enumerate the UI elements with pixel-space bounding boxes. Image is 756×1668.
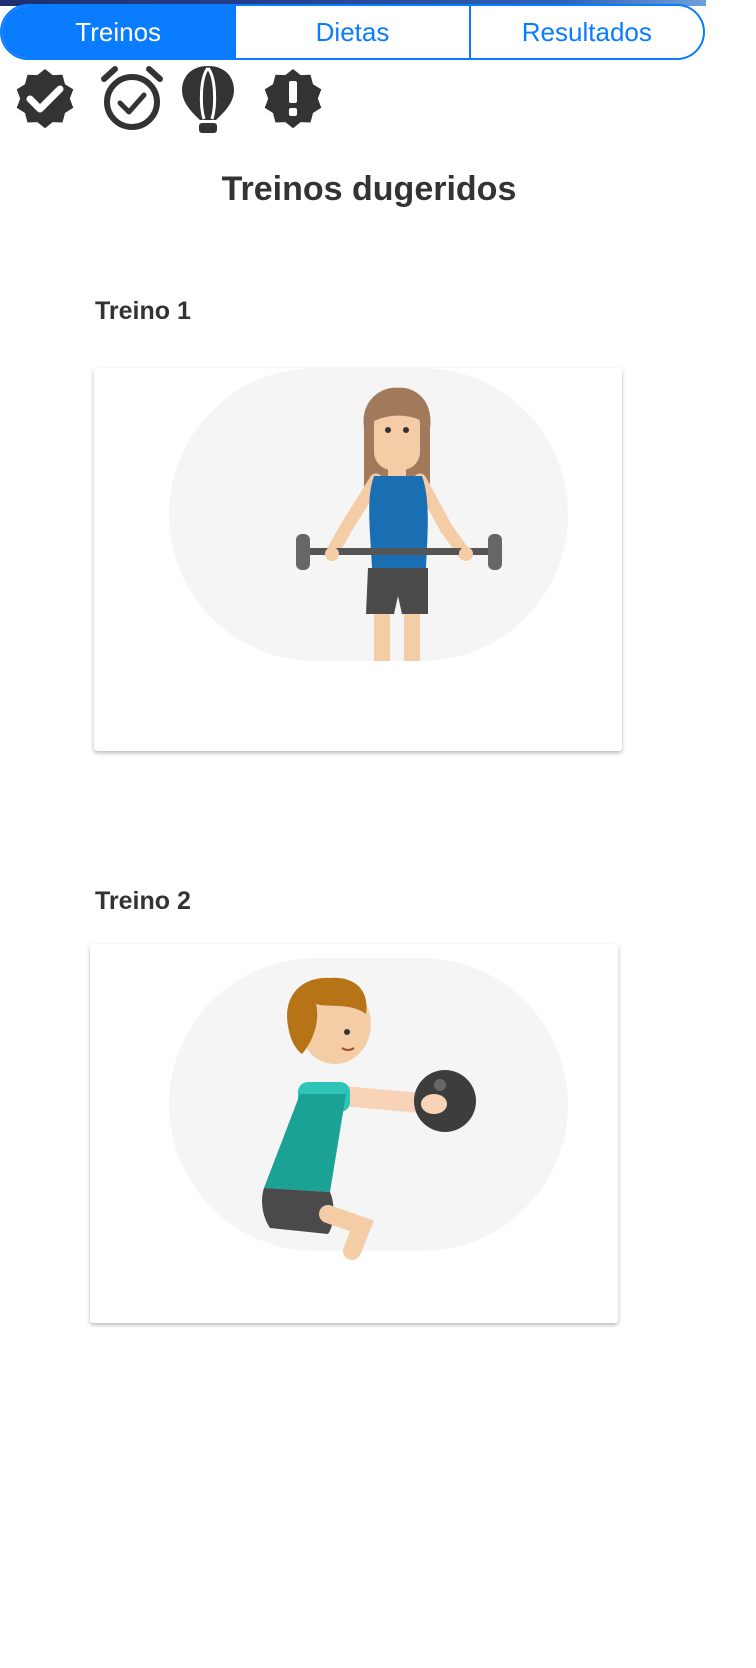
verified-badge-icon[interactable]: [10, 64, 80, 134]
tab-treinos[interactable]: Treinos: [2, 6, 235, 58]
segmented-tab-bar: Treinos Dietas Resultados: [0, 4, 705, 60]
app-screen: Treinos Dietas Resultados Treinos dugeri…: [0, 0, 756, 1668]
alert-badge-icon[interactable]: [258, 64, 328, 134]
hot-air-balloon-icon[interactable]: [180, 64, 236, 134]
alarm-check-icon[interactable]: [100, 64, 164, 134]
tab-resultados[interactable]: Resultados: [468, 6, 703, 58]
workout-1-label: Treino 1: [95, 297, 191, 325]
woman-barbell-illustration: [169, 368, 568, 661]
workout-1-card[interactable]: [94, 368, 622, 751]
tab-dietas[interactable]: Dietas: [234, 6, 468, 58]
workout-2-label: Treino 2: [95, 887, 191, 915]
man-medicine-ball-squat-illustration: [169, 958, 568, 1260]
page-title: Treinos dugeridos: [221, 170, 517, 208]
workout-2-card[interactable]: [90, 944, 618, 1323]
